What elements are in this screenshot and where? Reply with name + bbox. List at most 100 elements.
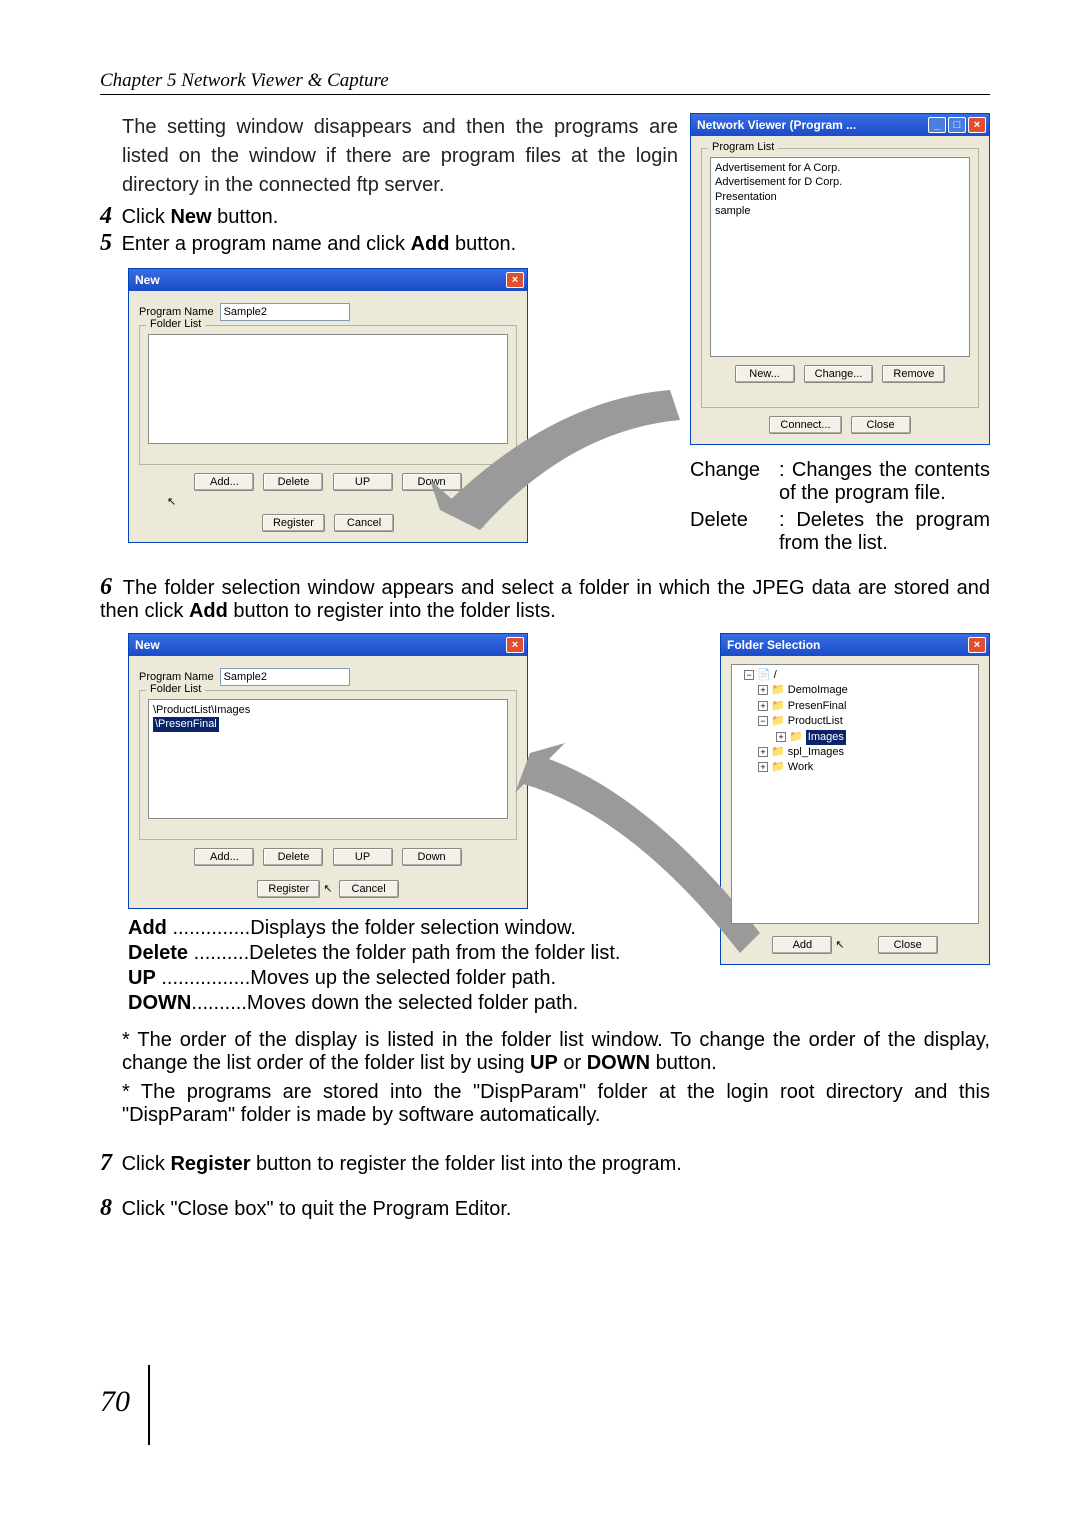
list-item[interactable]: \ProductList\Images [153, 703, 503, 717]
cursor-icon: ↖ [323, 883, 332, 895]
step-number-7: 7 [100, 1150, 112, 1176]
tree-expand-icon[interactable]: + [758, 685, 768, 695]
step5-post: button. [449, 233, 516, 255]
bullet-up-key: UP [128, 967, 156, 989]
change-button[interactable]: Change... [804, 365, 874, 383]
list-item[interactable]: sample [715, 204, 965, 218]
maximize-icon[interactable]: □ [948, 117, 966, 133]
list-item-selected[interactable]: \PresenFinal [153, 717, 219, 731]
tree-item[interactable]: PresenFinal [788, 700, 847, 712]
tree-item[interactable]: ProductList [788, 715, 843, 727]
program-listbox[interactable]: Advertisement for A Corp. Advertisement … [710, 157, 970, 357]
up-button[interactable]: UP [333, 473, 393, 491]
step6-post: button to register into the folder lists… [228, 600, 556, 622]
program-name-input[interactable] [220, 303, 350, 321]
program-name-input-2[interactable] [220, 668, 350, 686]
delete-button[interactable]: Delete [263, 473, 323, 491]
remove-button[interactable]: Remove [882, 365, 945, 383]
bullet-dn-val: Moves down the selected folder path. [247, 992, 578, 1014]
step5-pre: Enter a program name and click [122, 233, 411, 255]
desc-delete-key: Delete [690, 509, 775, 555]
down-button[interactable]: Down [402, 473, 462, 491]
bullet-up-dots: ................ [156, 967, 250, 989]
step-number-4: 4 [100, 203, 112, 229]
tree-expand-icon[interactable]: + [758, 762, 768, 772]
tree-root[interactable]: / [774, 669, 777, 681]
step4-pre: Click [122, 206, 171, 228]
down-button[interactable]: Down [402, 848, 462, 866]
folder-close-button[interactable]: Close [878, 936, 938, 954]
bullet-add-dots: .............. [167, 917, 250, 939]
desc-delete-val: : Deletes the program from the list. [779, 509, 990, 555]
cursor-icon: ↖ [835, 939, 844, 951]
tree-expand-icon[interactable]: + [776, 732, 786, 742]
tree-collapse-icon[interactable]: − [758, 716, 768, 726]
list-item[interactable]: Presentation [715, 190, 965, 204]
folder-selection-dialog: Folder Selection × −📄 / +📁 DemoImage +📁 … [720, 633, 990, 965]
tree-collapse-icon[interactable]: − [744, 670, 754, 680]
note-2: * The programs are stored into the "Disp… [122, 1081, 990, 1127]
folder-selection-title: Folder Selection [727, 638, 820, 652]
register-button[interactable]: Register [257, 880, 320, 898]
intro-paragraph: The setting window disappears and then t… [100, 113, 678, 200]
network-viewer-window: Network Viewer (Program ... _ □ × Progra… [690, 113, 990, 445]
bullet-add-val: Displays the folder selection window. [250, 917, 576, 939]
folder-icon: 📄 [757, 669, 771, 681]
add-button[interactable]: Add... [194, 473, 254, 491]
bullet-up-val: Moves up the selected folder path. [250, 967, 556, 989]
step-number-5: 5 [100, 230, 112, 256]
new-dialog-title: New [135, 273, 160, 287]
step-number-6: 6 [100, 574, 112, 600]
tree-item[interactable]: DemoImage [788, 684, 848, 696]
cancel-button[interactable]: Cancel [334, 514, 394, 532]
minimize-icon[interactable]: _ [928, 117, 946, 133]
tree-item-selected[interactable]: Images [806, 730, 846, 745]
list-item[interactable]: Advertisement for D Corp. [715, 175, 965, 189]
folder-icon: 📁 [771, 746, 785, 758]
folder-list-legend-2: Folder List [146, 683, 205, 695]
register-button[interactable]: Register [262, 514, 325, 532]
viewer-title: Network Viewer (Program ... [697, 118, 856, 132]
bullet-del-key: Delete [128, 942, 188, 964]
new-button[interactable]: New... [735, 365, 795, 383]
page-number: 70 [100, 1385, 130, 1419]
step6-bold: Add [189, 600, 228, 622]
new-dialog-1: New × Program Name Folder List [128, 268, 528, 543]
step5-bold: Add [411, 233, 450, 255]
close-icon[interactable]: × [506, 272, 524, 288]
close-button[interactable]: Close [851, 416, 911, 434]
step4-post: button. [212, 206, 279, 228]
step-number-8: 8 [100, 1195, 112, 1221]
close-icon[interactable]: × [506, 637, 524, 653]
folder-listbox-empty[interactable] [148, 334, 508, 444]
folder-icon: 📁 [771, 715, 785, 727]
folder-add-button[interactable]: Add [772, 936, 832, 954]
tree-item[interactable]: Work [788, 761, 813, 773]
delete-button[interactable]: Delete [263, 848, 323, 866]
folder-tree[interactable]: −📄 / +📁 DemoImage +📁 PresenFinal −📁 Prod… [731, 664, 979, 924]
folder-icon: 📁 [771, 684, 785, 696]
list-item[interactable]: Advertisement for A Corp. [715, 161, 965, 175]
bullet-add-key: Add [128, 917, 167, 939]
desc-change-key: Change [690, 459, 775, 505]
tree-expand-icon[interactable]: + [758, 701, 768, 711]
tree-item[interactable]: spl_Images [788, 746, 844, 758]
folder-list-legend: Folder List [146, 318, 205, 330]
program-name-label-2: Program Name [139, 671, 214, 683]
up-button[interactable]: UP [333, 848, 393, 866]
folder-listbox[interactable]: \ProductList\Images \PresenFinal [148, 699, 508, 819]
program-name-label: Program Name [139, 306, 214, 318]
folder-icon: 📁 [771, 700, 785, 712]
note-1: * The order of the display is listed in … [122, 1029, 990, 1075]
tree-expand-icon[interactable]: + [758, 747, 768, 757]
cancel-button[interactable]: Cancel [339, 880, 399, 898]
program-list-legend: Program List [708, 141, 778, 153]
chapter-heading: Chapter 5 Network Viewer & Capture [100, 70, 990, 95]
close-icon[interactable]: × [968, 637, 986, 653]
connect-button[interactable]: Connect... [769, 416, 841, 434]
add-button[interactable]: Add... [194, 848, 254, 866]
bullet-del-val: Deletes the folder path from the folder … [249, 942, 620, 964]
close-icon[interactable]: × [968, 117, 986, 133]
cursor-icon: ↖ [167, 495, 545, 508]
step7-bold: Register [170, 1153, 250, 1175]
